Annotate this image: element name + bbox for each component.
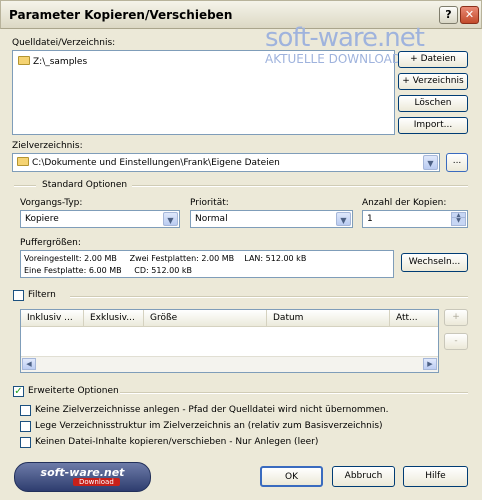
cancel-button[interactable]: Abbruch	[332, 466, 395, 487]
target-label: Zielverzeichnis:	[12, 141, 83, 151]
watermark-brand: soft-ware.net	[265, 23, 425, 53]
filter-table[interactable]: Inklusiv ... Exklusiv... Größe Datum Att…	[20, 309, 439, 373]
separator	[14, 185, 36, 187]
folder-icon	[17, 157, 29, 166]
buffer-line-1: Voreingestellt: 2.00 MB Zwei Festplatten…	[24, 254, 307, 263]
import-button[interactable]: Import...	[398, 117, 468, 134]
separator	[132, 185, 468, 187]
window-title: Parameter Kopieren/Verschieben	[9, 8, 233, 22]
filter-label: Filtern	[28, 290, 56, 300]
priority-dropdown[interactable]: Normal ▼	[190, 210, 353, 228]
ok-button[interactable]: OK	[260, 466, 323, 487]
priority-label: Priorität:	[190, 198, 229, 208]
copies-label: Anzahl der Kopien:	[362, 198, 447, 208]
column-header-exclusive[interactable]: Exklusiv...	[84, 310, 144, 326]
help-button[interactable]: Hilfe	[403, 466, 468, 487]
option-checkbox-no-target-dirs[interactable]	[20, 405, 31, 416]
option-label-dir-structure: Lege Verzeichnisstruktur im Zielverzeich…	[35, 421, 383, 431]
scroll-right-icon[interactable]: ▶	[423, 358, 437, 370]
list-item[interactable]: Z:\_samples	[18, 56, 87, 67]
scroll-left-icon[interactable]: ◀	[22, 358, 36, 370]
copies-stepper[interactable]: 1 ▲ ▼	[362, 210, 468, 228]
source-label: Quelldatei/Verzeichnis:	[12, 38, 116, 48]
add-filter-button[interactable]: +	[444, 309, 468, 326]
chevron-down-icon[interactable]: ▼	[336, 212, 351, 226]
column-header-date[interactable]: Datum	[267, 310, 390, 326]
option-label-no-target-dirs: Keine Zielverzeichnisse anlegen - Pfad d…	[35, 405, 389, 415]
chevron-down-icon[interactable]: ▼	[423, 155, 438, 170]
change-buffer-button[interactable]: Wechseln...	[401, 253, 468, 272]
buffer-label: Puffergrößen:	[20, 238, 81, 248]
remove-filter-button[interactable]: -	[444, 333, 468, 350]
target-value: C:\Dokumente und Einstellungen\Frank\Eig…	[32, 158, 280, 168]
column-header-size[interactable]: Größe	[144, 310, 267, 326]
watermark-tagline: AKTUELLE DOWNLOADS	[265, 52, 409, 66]
option-label-empty-files: Keinen Datei-Inhalte kopieren/verschiebe…	[35, 437, 319, 447]
chevron-down-icon[interactable]: ▼	[163, 212, 178, 226]
column-header-inclusive[interactable]: Inklusiv ...	[21, 310, 84, 326]
operation-dropdown[interactable]: Kopiere ▼	[20, 210, 180, 228]
standard-options-title: Standard Optionen	[42, 180, 128, 190]
filter-checkbox[interactable]	[13, 290, 24, 301]
delete-button[interactable]: Löschen	[398, 95, 468, 112]
column-header-attributes[interactable]: Att...	[390, 310, 438, 326]
separator	[120, 392, 468, 394]
folder-icon	[18, 56, 30, 65]
separator	[70, 296, 468, 298]
help-title-button[interactable]: ?	[439, 6, 458, 24]
close-button[interactable]: ✕	[460, 6, 479, 24]
target-dropdown[interactable]: C:\Dokumente und Einstellungen\Frank\Eig…	[12, 153, 440, 172]
option-checkbox-empty-files[interactable]	[20, 437, 31, 448]
operation-label: Vorgangs-Typ:	[20, 198, 83, 208]
watermark-badge-logo: soft-ware.net Download	[14, 462, 151, 492]
add-files-button[interactable]: + Dateien	[398, 51, 468, 68]
browse-button[interactable]: ...	[446, 153, 468, 172]
option-checkbox-dir-structure[interactable]	[20, 421, 31, 432]
horizontal-scrollbar[interactable]: ◀ ▶	[21, 356, 438, 372]
spin-down-icon[interactable]: ▼	[451, 217, 466, 226]
buffer-info-box: Voreingestellt: 2.00 MB Zwei Festplatten…	[20, 250, 394, 278]
add-directory-button[interactable]: + Verzeichnis	[398, 73, 468, 90]
table-header: Inklusiv ... Exklusiv... Größe Datum Att…	[21, 310, 438, 327]
advanced-options-checkbox[interactable]: ✓	[13, 386, 24, 397]
buffer-line-2: Eine Festplatte: 6.00 MB CD: 512.00 kB	[24, 266, 192, 275]
advanced-options-label: Erweiterte Optionen	[28, 386, 119, 396]
